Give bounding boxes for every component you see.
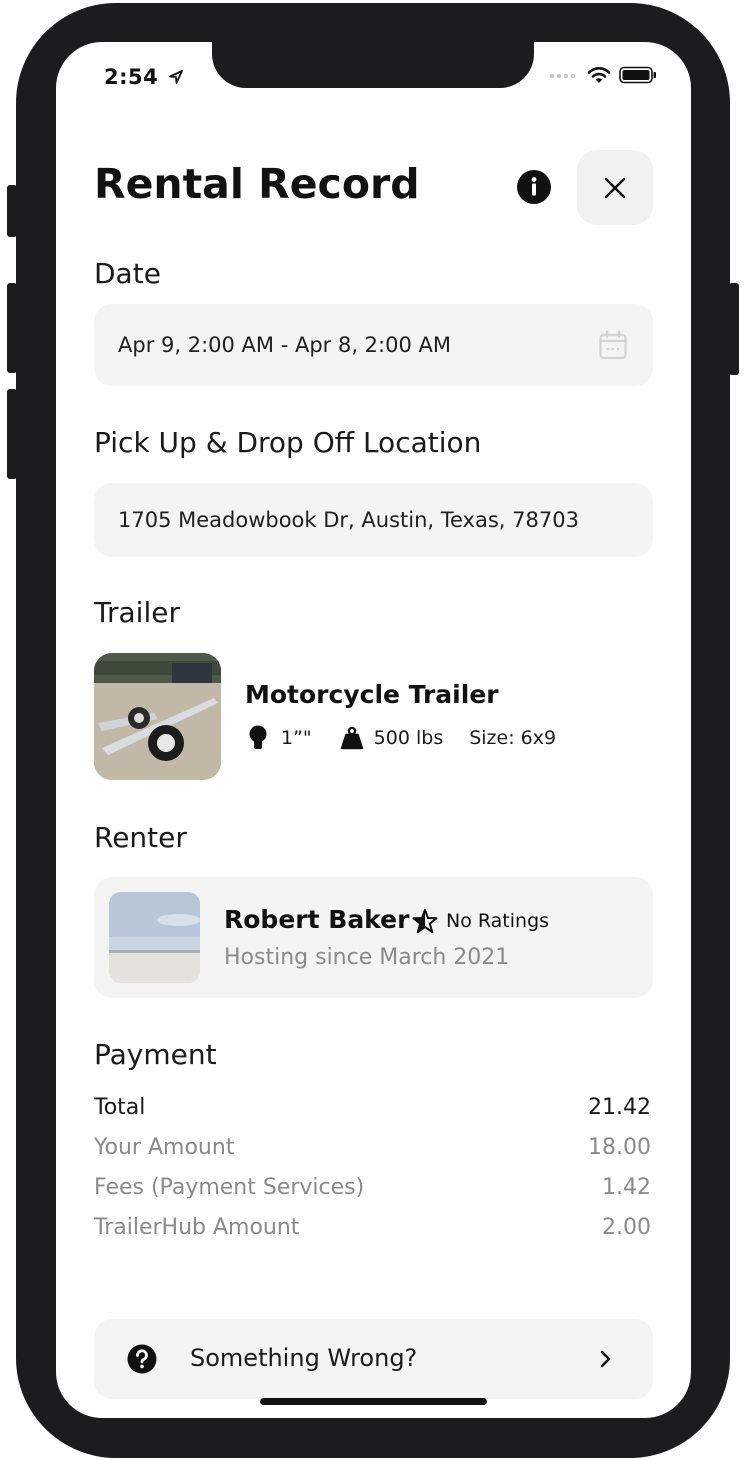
payment-row-value: 18.00 bbox=[588, 1135, 651, 1160]
something-wrong-button[interactable]: Something Wrong? bbox=[94, 1319, 653, 1399]
notch bbox=[212, 42, 534, 88]
payment-row-value: 1.42 bbox=[602, 1175, 651, 1200]
date-value: Apr 9, 2:00 AM - Apr 8, 2:00 AM bbox=[118, 333, 451, 357]
date-label: Date bbox=[94, 257, 161, 290]
phone-power-button bbox=[729, 283, 739, 375]
payment-row-label: Fees (Payment Services) bbox=[94, 1175, 365, 1200]
status-time: 2:54 bbox=[104, 65, 184, 89]
trailer-image[interactable] bbox=[94, 653, 221, 780]
info-icon[interactable] bbox=[517, 170, 551, 204]
renter-rating: No Ratings bbox=[412, 908, 549, 934]
phone-volume-down bbox=[7, 389, 17, 479]
payment-row-label: TrailerHub Amount bbox=[94, 1215, 300, 1240]
page-title: Rental Record bbox=[94, 160, 420, 208]
wifi-icon bbox=[587, 67, 611, 83]
weight-icon bbox=[340, 726, 363, 750]
trailer-specs: 1”" 500 lbs Size: 6x9 bbox=[247, 725, 556, 751]
payment-row-fees: Fees (Payment Services) 1.42 bbox=[94, 1175, 651, 1200]
trailer-photo bbox=[94, 653, 221, 780]
payment-row-your-amount: Your Amount 18.00 bbox=[94, 1135, 651, 1160]
star-icon bbox=[412, 909, 438, 933]
calendar-icon bbox=[599, 330, 627, 360]
close-button[interactable] bbox=[577, 150, 653, 225]
status-time-text: 2:54 bbox=[104, 65, 159, 89]
question-icon bbox=[127, 1344, 157, 1374]
renter-name: Robert Baker bbox=[224, 905, 410, 934]
location-label: Pick Up & Drop Off Location bbox=[94, 426, 482, 459]
home-indicator[interactable] bbox=[260, 1398, 487, 1405]
hosting-since: Hosting since March 2021 bbox=[224, 945, 510, 970]
payment-label: Payment bbox=[94, 1038, 217, 1071]
close-icon bbox=[604, 177, 626, 198]
hitch-ball-icon bbox=[249, 725, 267, 749]
avatar-photo bbox=[109, 892, 200, 983]
screen: 2:54 Rental Record Date Apr 9, 2:00 AM -… bbox=[56, 42, 691, 1418]
payment-row-trailerhub: TrailerHub Amount 2.00 bbox=[94, 1215, 651, 1240]
cellular-icon bbox=[549, 73, 576, 79]
battery-icon bbox=[619, 66, 656, 84]
avatar bbox=[109, 892, 200, 983]
trailer-hitch: 1”" bbox=[281, 727, 312, 749]
trailer-label: Trailer bbox=[94, 596, 180, 629]
date-field[interactable]: Apr 9, 2:00 AM - Apr 8, 2:00 AM bbox=[94, 304, 653, 386]
payment-row-value: 21.42 bbox=[588, 1095, 651, 1120]
payment-row-total: Total 21.42 bbox=[94, 1095, 651, 1120]
renter-label: Renter bbox=[94, 821, 187, 854]
trailer-name: Motorcycle Trailer bbox=[245, 680, 499, 709]
rating-text: No Ratings bbox=[446, 910, 550, 932]
trailer-size: Size: 6x9 bbox=[469, 727, 557, 749]
chevron-right-icon bbox=[600, 1350, 611, 1368]
something-wrong-label: Something Wrong? bbox=[190, 1344, 418, 1372]
location-value: 1705 Meadowbook Dr, Austin, Texas, 78703 bbox=[118, 508, 579, 532]
trailer-weight: 500 lbs bbox=[373, 727, 444, 749]
payment-row-label: Total bbox=[94, 1095, 146, 1120]
location-field[interactable]: 1705 Meadowbook Dr, Austin, Texas, 78703 bbox=[94, 483, 653, 557]
phone-side-button bbox=[7, 185, 17, 237]
phone-volume-up bbox=[7, 283, 17, 373]
payment-row-value: 2.00 bbox=[602, 1215, 651, 1240]
location-arrow-icon bbox=[169, 70, 183, 84]
renter-card[interactable]: Robert Baker No Ratings Hosting since Ma… bbox=[94, 877, 653, 998]
payment-row-label: Your Amount bbox=[94, 1135, 235, 1160]
status-icons bbox=[549, 66, 657, 84]
